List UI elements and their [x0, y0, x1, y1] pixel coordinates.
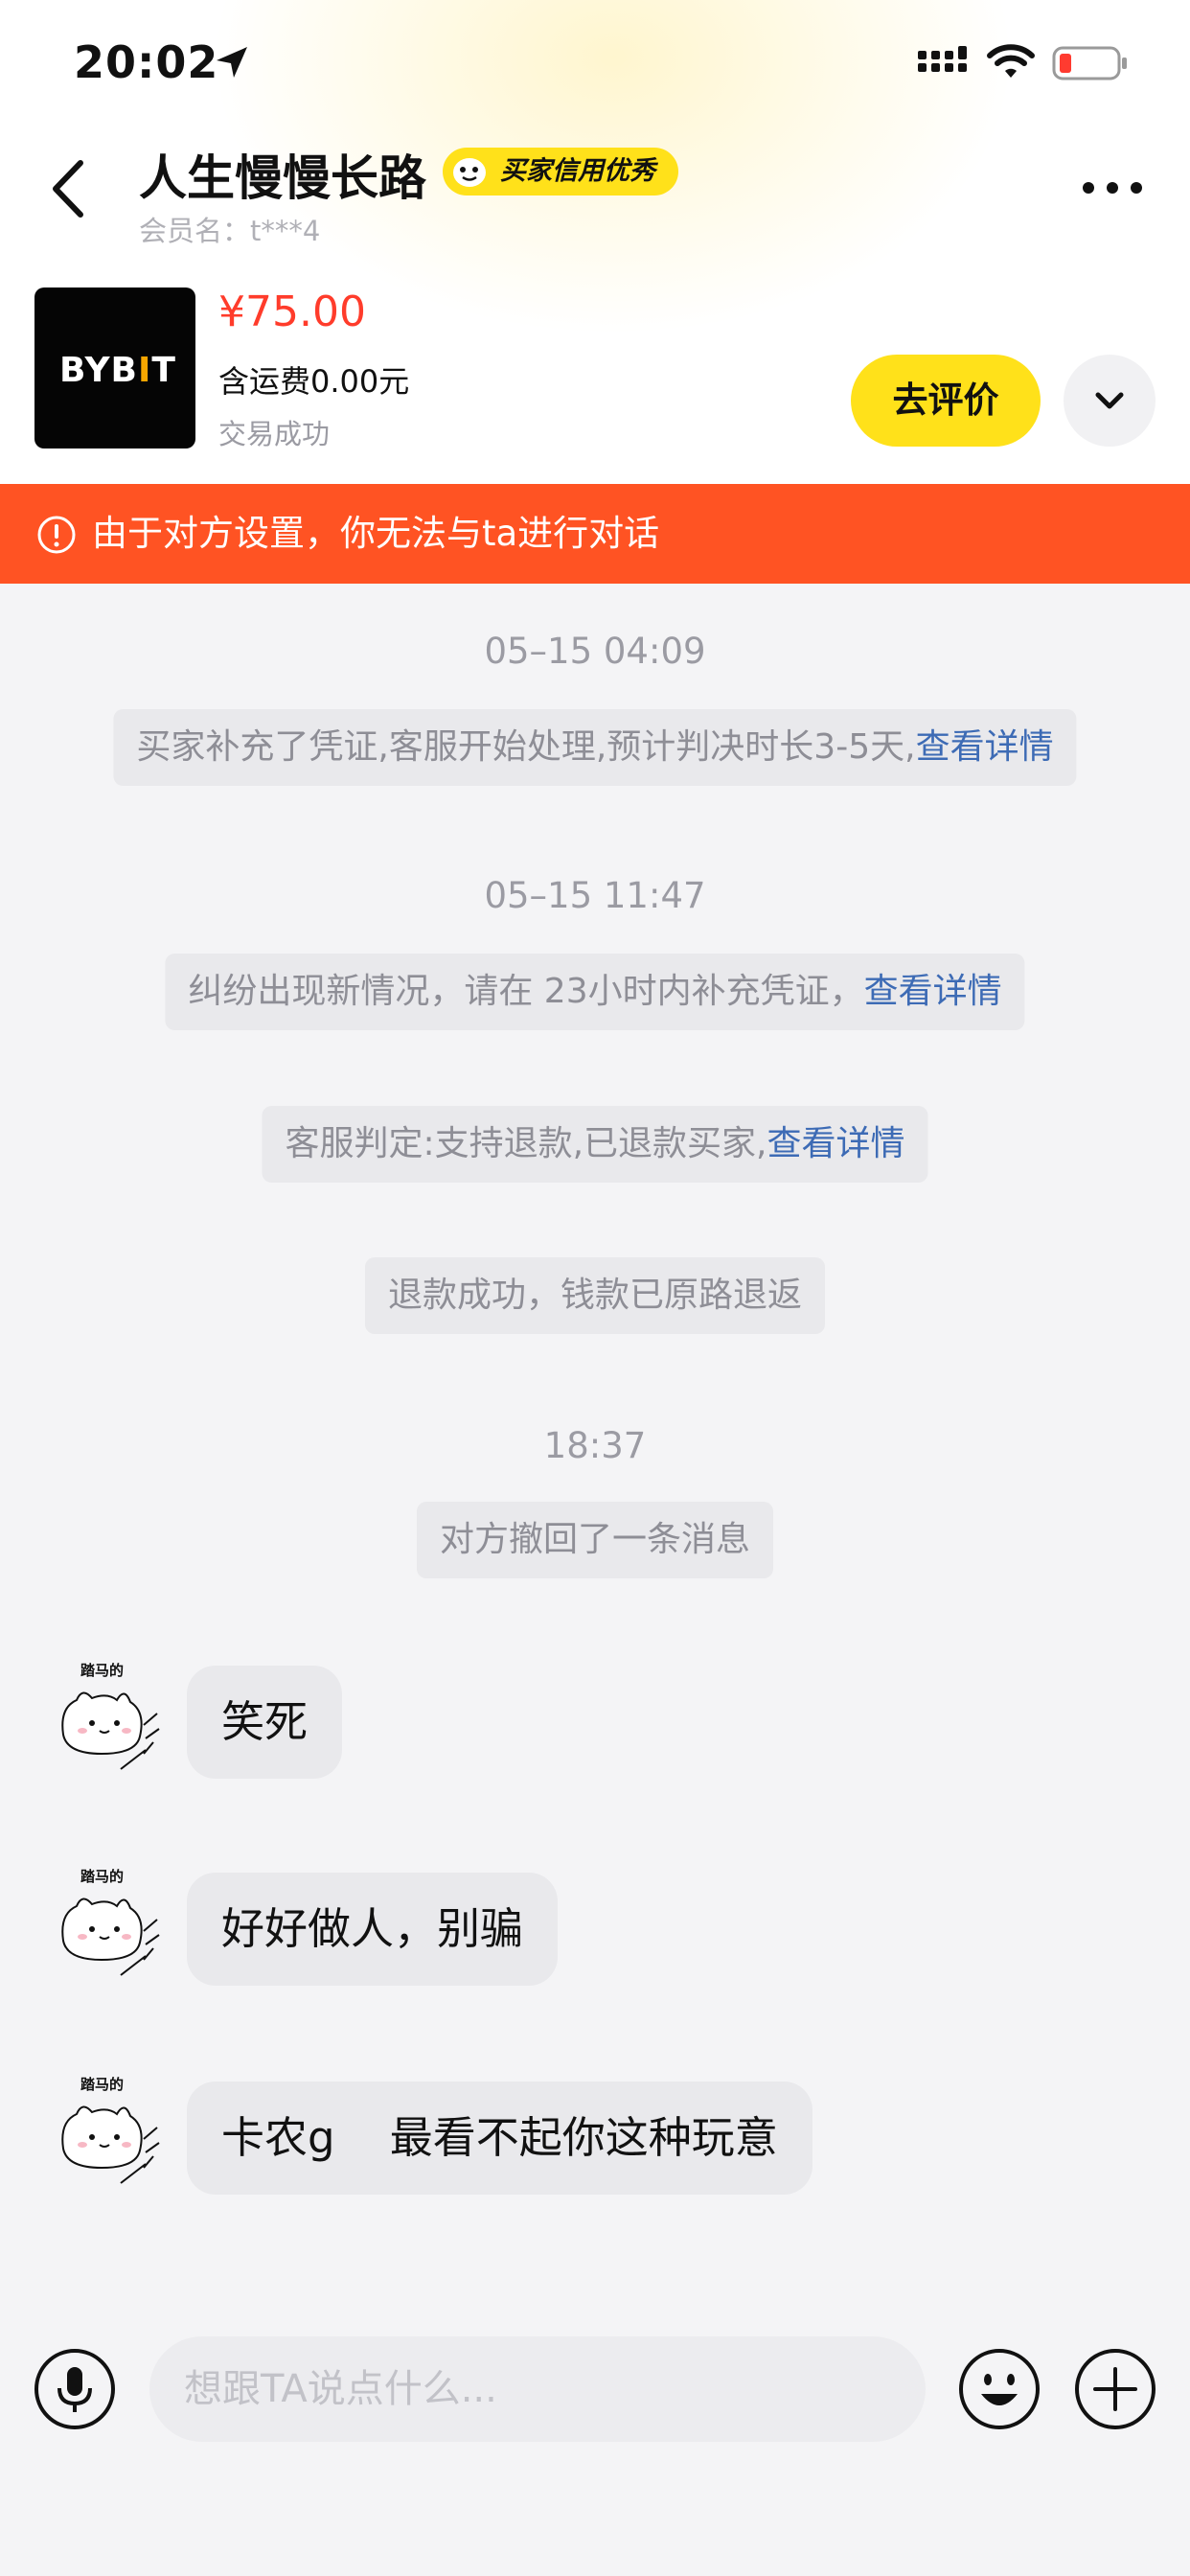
system-message: 纠纷出现新情况，请在 23小时内补充凭证，查看详情: [165, 954, 1025, 1030]
wifi-icon: [987, 44, 1035, 78]
chat-bubble[interactable]: 好好做人，别骗: [187, 1873, 559, 1986]
view-details-link[interactable]: 查看详情: [767, 1124, 905, 1163]
avatar-caption: 踏马的: [80, 1868, 124, 1885]
buyer-credit-badge: 买家信用优秀: [443, 148, 678, 196]
bybit-logo: BYBIT: [59, 351, 176, 390]
badge-label: 买家信用优秀: [500, 156, 655, 186]
back-button[interactable]: [46, 155, 94, 222]
avatar-caption: 踏马的: [80, 2076, 124, 2093]
more-options-icon[interactable]: [1079, 171, 1146, 205]
microphone-icon[interactable]: [34, 2348, 116, 2430]
sender-avatar[interactable]: 踏马的: [54, 1864, 165, 1985]
system-message-text: 买家补充了凭证,客服开始处理,预计判决时长3-5天,: [136, 727, 916, 767]
timestamp: 05–15 04:09: [484, 631, 706, 672]
warning-icon: [37, 516, 76, 554]
smiley-face-icon: [453, 158, 486, 187]
system-message: 买家补充了凭证,客服开始处理,预计判决时长3-5天,查看详情: [113, 709, 1077, 786]
system-message: 对方撤回了一条消息: [416, 1502, 774, 1578]
system-message-text: 纠纷出现新情况，请在 23小时内补充凭证，: [188, 972, 864, 1011]
sender-avatar[interactable]: 踏马的: [54, 2072, 165, 2193]
product-thumbnail[interactable]: BYBIT: [34, 288, 195, 448]
banner-text: 由于对方设置，你无法与ta进行对话: [92, 513, 660, 554]
review-button[interactable]: 去评价: [851, 355, 1041, 447]
system-message-text: 对方撤回了一条消息: [439, 1520, 751, 1559]
chevron-down-icon: [1095, 392, 1124, 409]
product-price: ¥75.00: [218, 288, 366, 336]
system-message: 客服判定:支持退款,已退款买家,查看详情: [262, 1106, 928, 1183]
system-message-text: 退款成功，钱款已原路退返: [387, 1276, 803, 1315]
shipping-fee: 含运费0.00元: [218, 363, 410, 400]
message-input[interactable]: [149, 2336, 926, 2442]
view-details-link[interactable]: 查看详情: [916, 727, 1054, 767]
cellular-signal-icon: [918, 46, 967, 72]
transaction-status: 交易成功: [218, 418, 331, 450]
expand-button[interactable]: [1064, 355, 1156, 447]
avatar-caption: 踏马的: [80, 1662, 124, 1679]
chat-bubble[interactable]: 卡农g 最看不起你这种玩意: [187, 2082, 812, 2195]
logo-text-start: BYB: [59, 351, 138, 390]
sender-avatar[interactable]: 踏马的: [54, 1658, 165, 1779]
chat-disabled-banner: 由于对方设置，你无法与ta进行对话: [0, 484, 1190, 584]
emoji-icon[interactable]: [958, 2348, 1041, 2430]
system-message: 退款成功，钱款已原路退返: [364, 1257, 826, 1334]
system-message-text: 客服判定:支持退款,已退款买家,: [285, 1124, 767, 1163]
timestamp: 05–15 11:47: [484, 875, 706, 916]
logo-text-end: T: [151, 351, 176, 390]
add-attachment-icon[interactable]: [1074, 2348, 1156, 2430]
contact-name: 人生慢慢长路: [139, 150, 426, 206]
location-arrow-icon: [217, 47, 247, 78]
view-details-link[interactable]: 查看详情: [864, 972, 1002, 1011]
timestamp: 18:37: [543, 1425, 647, 1466]
chat-bubble[interactable]: 笑死: [187, 1666, 343, 1779]
battery-icon: [1052, 46, 1127, 80]
member-name: 会员名：t***4: [139, 215, 321, 247]
status-time: 20:02: [74, 36, 219, 88]
logo-text-mark: I: [137, 351, 152, 390]
